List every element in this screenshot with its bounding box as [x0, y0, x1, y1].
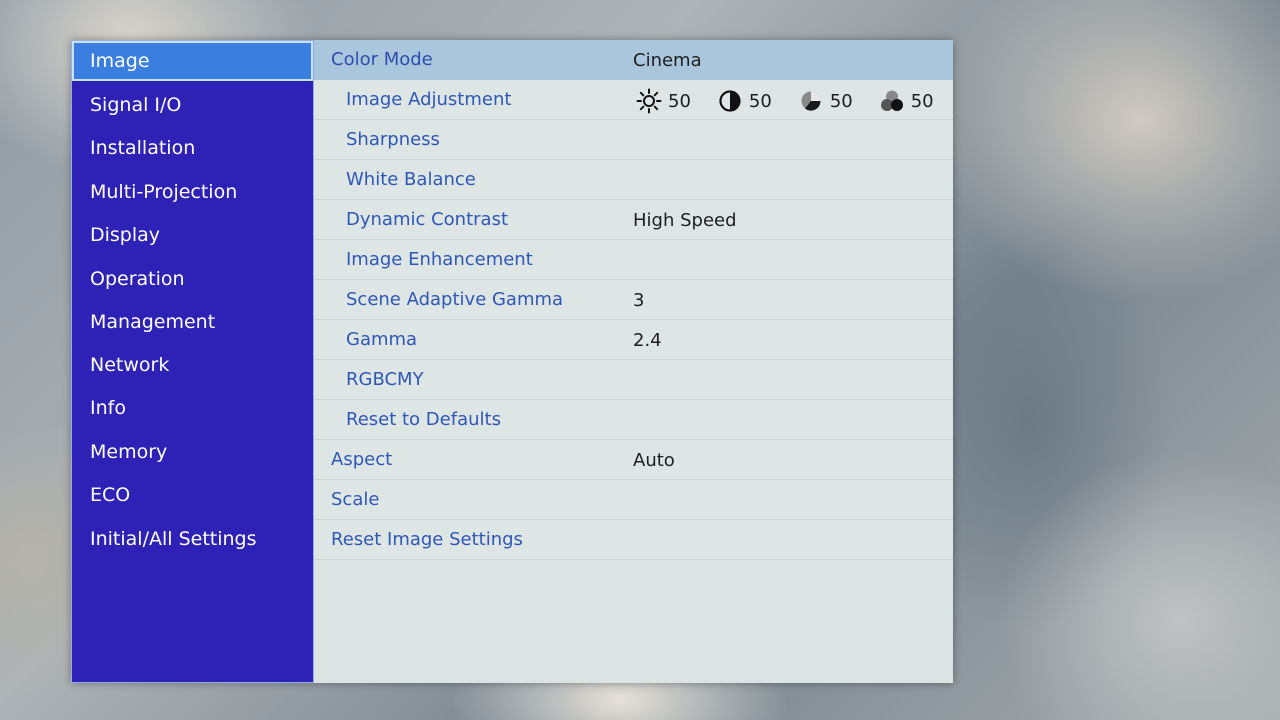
scale-row[interactable]: Scale: [314, 480, 953, 520]
sharpness-row[interactable]: Sharpness: [314, 120, 953, 160]
sidebar-item-initial-all-settings[interactable]: Initial/All Settings: [72, 519, 313, 559]
tint-icon: [880, 90, 903, 111]
white-balance-row[interactable]: White Balance: [314, 160, 953, 200]
sidebar-item-eco[interactable]: ECO: [72, 475, 313, 515]
color-mode-row[interactable]: Color Mode Cinema: [314, 40, 953, 80]
sidebar-item-installation[interactable]: Installation: [72, 128, 313, 168]
white-balance-label: White Balance: [346, 169, 476, 190]
aspect-label: Aspect: [331, 449, 393, 470]
sidebar-item-network[interactable]: Network: [72, 345, 313, 385]
rgbcmy-label: RGBCMY: [346, 369, 424, 390]
main-menu-sidebar: Image Signal I/O Installation Multi-Proj…: [71, 40, 314, 683]
projector-osd-menu: Image Signal I/O Installation Multi-Proj…: [71, 40, 953, 683]
reset-to-defaults-row[interactable]: Reset to Defaults: [314, 400, 953, 440]
image-enhancement-row[interactable]: Image Enhancement: [314, 240, 953, 280]
scale-label: Scale: [331, 489, 380, 510]
sidebar-item-multi-projection[interactable]: Multi-Projection: [72, 172, 313, 212]
contrast-icon: [719, 90, 741, 112]
sharpness-label: Sharpness: [346, 129, 440, 150]
tint-value: 50: [910, 90, 934, 112]
aspect-row[interactable]: Aspect Auto: [314, 440, 953, 480]
brightness-icon: [636, 88, 662, 114]
reset-image-settings-row[interactable]: Reset Image Settings: [314, 520, 953, 560]
dynamic-contrast-row[interactable]: Dynamic Contrast High Speed: [314, 200, 953, 240]
gamma-label: Gamma: [346, 329, 418, 350]
dynamic-contrast-label: Dynamic Contrast: [346, 209, 509, 230]
color-mode-value: Cinema: [633, 50, 702, 71]
color-mode-label: Color Mode: [331, 49, 433, 70]
scene-adaptive-gamma-row[interactable]: Scene Adaptive Gamma 3: [314, 280, 953, 320]
brightness-setting: 50: [636, 88, 691, 114]
image-adjustment-values: 50 50 50 50: [636, 86, 960, 116]
contrast-value: 50: [748, 90, 772, 112]
aspect-value: Auto: [633, 450, 675, 471]
image-enhancement-label: Image Enhancement: [346, 249, 533, 270]
gamma-value: 2.4: [633, 330, 662, 351]
reset-to-defaults-label: Reset to Defaults: [346, 409, 501, 430]
sidebar-item-memory[interactable]: Memory: [72, 432, 313, 472]
color-saturation-value: 50: [829, 90, 853, 112]
sidebar-item-management[interactable]: Management: [72, 302, 313, 342]
sidebar-item-image[interactable]: Image: [72, 41, 313, 81]
contrast-setting: 50: [717, 88, 772, 114]
panel-empty-area: [314, 560, 953, 683]
image-adjustment-row[interactable]: Image Adjustment 50 50 50 50: [314, 80, 953, 120]
sidebar-item-signal-io[interactable]: Signal I/O: [72, 85, 313, 125]
image-adjustment-label: Image Adjustment: [346, 89, 512, 110]
image-settings-panel: Color Mode Cinema Image Adjustment 50 50…: [314, 40, 953, 683]
scene-adaptive-gamma-label: Scene Adaptive Gamma: [346, 289, 564, 310]
rgbcmy-row[interactable]: RGBCMY: [314, 360, 953, 400]
tint-setting: 50: [879, 88, 934, 114]
color-saturation-icon: [801, 91, 821, 111]
sidebar-item-display[interactable]: Display: [72, 215, 313, 255]
sidebar-item-operation[interactable]: Operation: [72, 259, 313, 299]
sidebar-item-info[interactable]: Info: [72, 388, 313, 428]
dynamic-contrast-value: High Speed: [633, 210, 737, 231]
brightness-value: 50: [668, 90, 691, 112]
color-saturation-setting: 50: [798, 88, 853, 114]
gamma-row[interactable]: Gamma 2.4: [314, 320, 953, 360]
scene-adaptive-gamma-value: 3: [633, 290, 645, 311]
reset-image-settings-label: Reset Image Settings: [331, 529, 523, 550]
